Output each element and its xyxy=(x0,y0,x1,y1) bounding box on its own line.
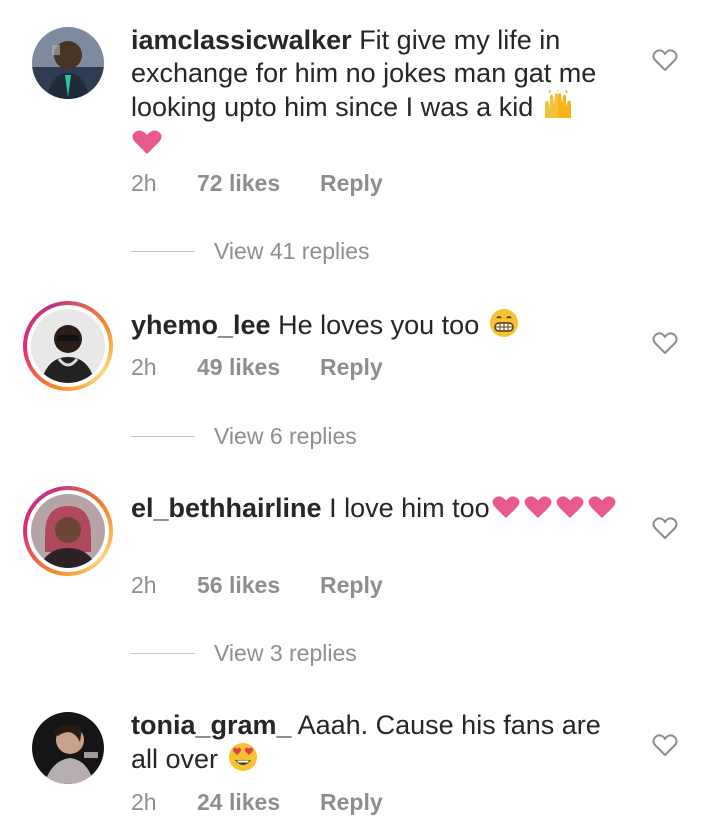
view-replies-button[interactable]: View 41 replies xyxy=(131,238,370,265)
comment-time: 2h xyxy=(131,170,157,196)
comment-text: tonia_gram_ Aaah. Cause his fans are all… xyxy=(131,709,631,780)
comments-list: iamclassicwalker Fit give my life in exc… xyxy=(0,0,720,832)
comment-text: iamclassicwalker Fit give my life in exc… xyxy=(131,24,631,164)
like-heart-icon[interactable] xyxy=(652,516,678,540)
divider xyxy=(131,436,195,437)
heart-eyes-emoji-icon xyxy=(226,742,260,780)
reply-button[interactable]: Reply xyxy=(320,354,383,381)
comment-username[interactable]: iamclassicwalker xyxy=(131,25,352,55)
like-heart-icon[interactable] xyxy=(652,733,678,757)
reply-button[interactable]: Reply xyxy=(320,170,383,197)
view-replies-label: View 41 replies xyxy=(214,238,370,264)
comment-meta: 2h 49 likes Reply xyxy=(131,354,383,381)
grinning-face-emoji-icon xyxy=(487,308,521,346)
comment-likes[interactable]: 72 likes xyxy=(197,170,320,197)
like-heart-icon[interactable] xyxy=(652,48,678,72)
avatar[interactable] xyxy=(32,712,104,784)
pink-heart-emoji-icon xyxy=(131,128,163,164)
comment-meta: 2h 56 likes Reply xyxy=(131,572,383,599)
raising-hands-emoji-icon xyxy=(541,88,575,128)
pink-heart-emoji-icon xyxy=(554,494,586,528)
avatar[interactable] xyxy=(23,301,113,391)
comment-likes[interactable]: 49 likes xyxy=(197,354,320,381)
pink-heart-emoji-icon xyxy=(522,494,554,528)
view-replies-button[interactable]: View 6 replies xyxy=(131,423,357,450)
reply-button[interactable]: Reply xyxy=(320,789,383,816)
avatar[interactable] xyxy=(23,486,113,576)
comment-username[interactable]: tonia_gram_ xyxy=(131,710,292,740)
divider xyxy=(131,251,195,252)
comment-body: He loves you too xyxy=(278,310,480,340)
comment-meta: 2h 24 likes Reply xyxy=(131,789,383,816)
comment-text: yhemo_lee He loves you too xyxy=(131,308,631,346)
view-replies-button[interactable]: View 3 replies xyxy=(131,640,357,667)
like-heart-icon[interactable] xyxy=(652,331,678,355)
comment-time: 2h xyxy=(131,789,157,815)
avatar[interactable] xyxy=(32,27,104,99)
comment-body: I love him too xyxy=(329,493,490,523)
comment-likes[interactable]: 24 likes xyxy=(197,789,320,816)
comment-meta: 2h 72 likes Reply xyxy=(131,170,383,197)
view-replies-label: View 6 replies xyxy=(214,423,357,449)
pink-heart-emoji-icon xyxy=(490,494,522,528)
comment-time: 2h xyxy=(131,354,157,380)
view-replies-label: View 3 replies xyxy=(214,640,357,666)
comment-username[interactable]: yhemo_lee xyxy=(131,310,271,340)
comment-likes[interactable]: 56 likes xyxy=(197,572,320,599)
comment-text: el_bethhairline I love him too xyxy=(131,492,631,528)
divider xyxy=(131,653,195,654)
comment-time: 2h xyxy=(131,572,157,598)
comment-username[interactable]: el_bethhairline xyxy=(131,493,322,523)
reply-button[interactable]: Reply xyxy=(320,572,383,599)
pink-heart-emoji-icon xyxy=(586,494,618,528)
